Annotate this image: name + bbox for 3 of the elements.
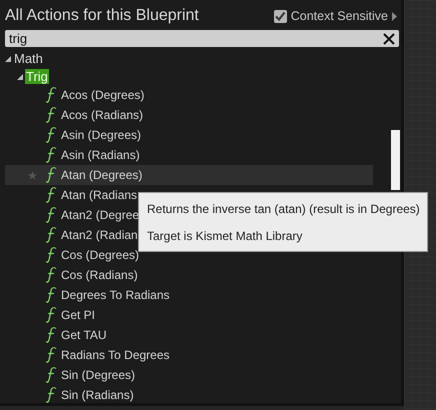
panel-title: All Actions for this Blueprint [5, 7, 200, 25]
tooltip-text: Returns the inverse tan (atan) (result is in Degrees) [147, 202, 421, 216]
tooltip-text: Target is Kismet Math Library [147, 228, 304, 242]
